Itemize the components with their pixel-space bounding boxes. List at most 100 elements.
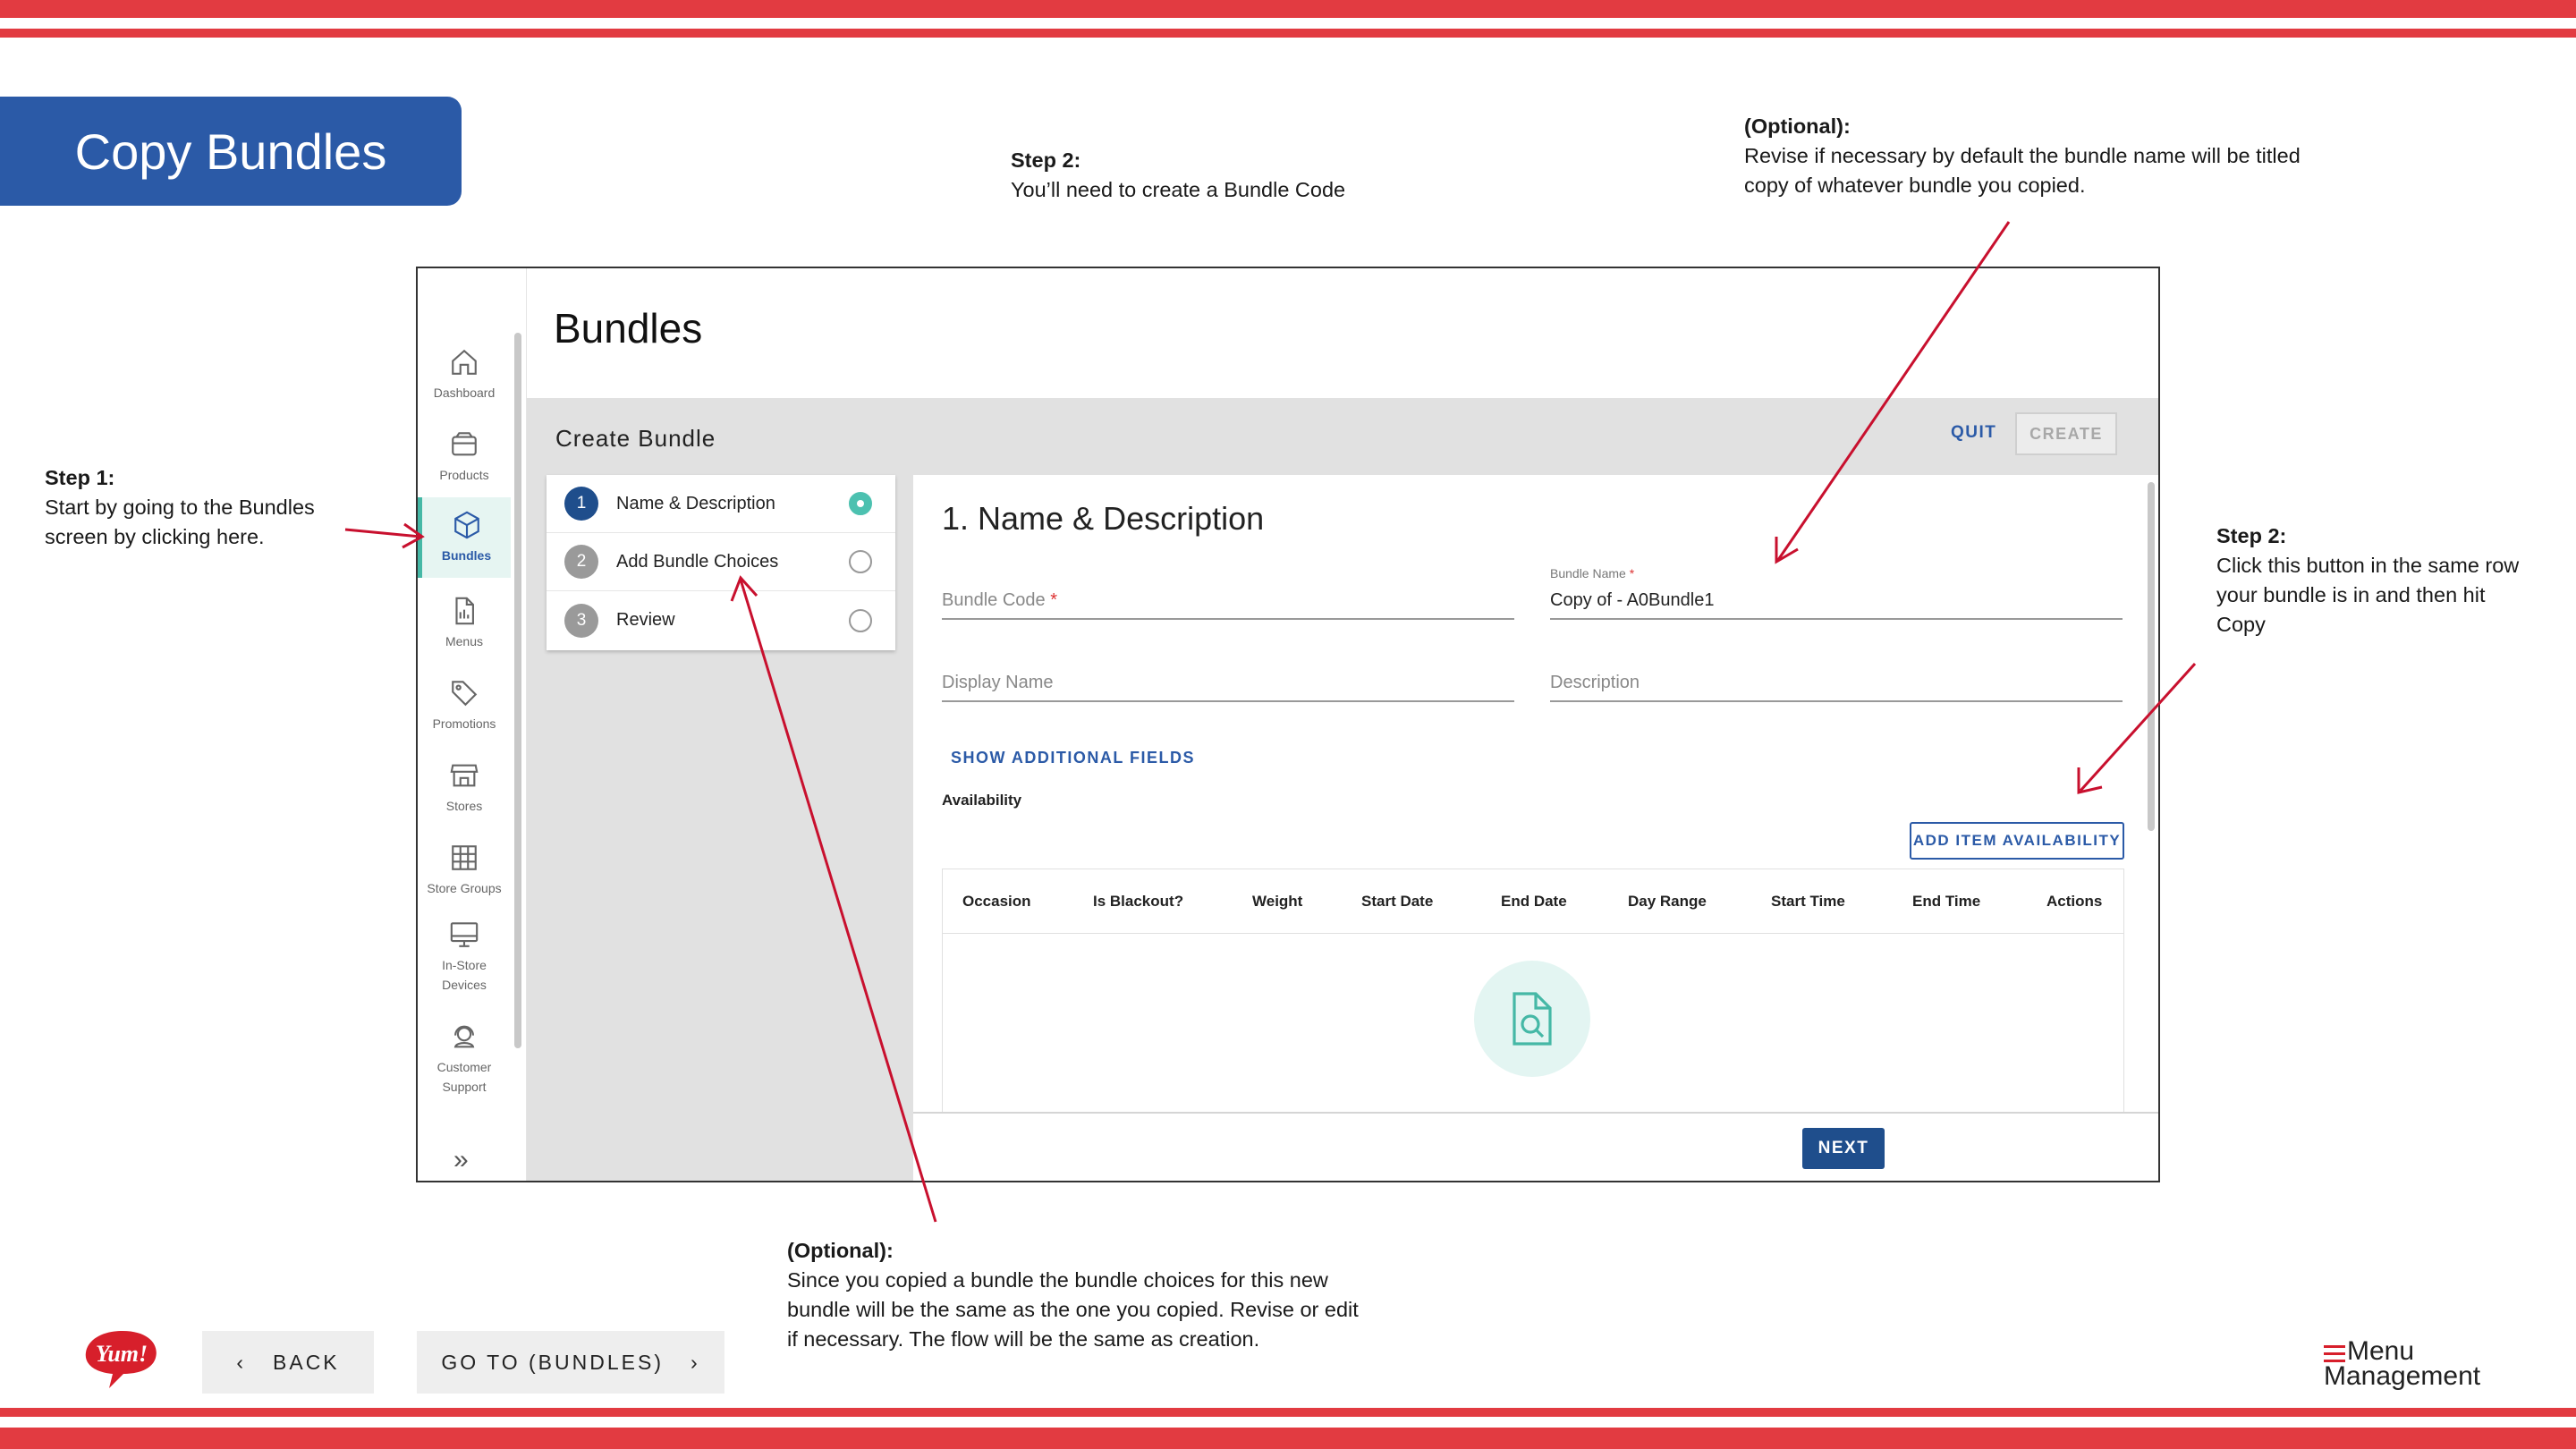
note-heading: (Optional): — [1744, 114, 1851, 138]
bundle-name-value: Copy of - A0Bundle1 — [1550, 590, 1715, 610]
column-header: Weight — [1252, 893, 1303, 910]
back-button[interactable]: ‹ BACK — [202, 1331, 374, 1394]
sidebar-item-stores[interactable]: Stores — [418, 750, 511, 826]
note-step1: Step 1: Start by going to the Bundles sc… — [45, 463, 315, 552]
tag-icon — [452, 681, 478, 707]
create-bundle-title: Create Bundle — [555, 425, 716, 452]
bundle-code-label: Bundle Code — [942, 590, 1046, 610]
top-stripe — [0, 0, 2576, 18]
box-icon — [452, 432, 477, 456]
sidebar-item-label: Products — [439, 468, 489, 482]
slide-title: Copy Bundles — [0, 97, 462, 206]
note-line: Click this button in the same row — [2216, 554, 2520, 577]
sidebar-item-label: Store Groups — [427, 881, 502, 895]
bundle-code-field[interactable]: Bundle Code * — [942, 566, 1514, 620]
sidebar-item-menus[interactable]: Menus — [418, 585, 511, 662]
note-heading: Step 2: — [2216, 524, 2287, 547]
step-label: Add Bundle Choices — [616, 551, 779, 572]
sidebar-item-label-line2: Devices — [442, 978, 487, 992]
note-step2-copy: Step 2: Click this button in the same ro… — [2216, 521, 2519, 640]
bundle-name-field[interactable]: Bundle Name * Copy of - A0Bundle1 — [1550, 566, 2123, 620]
go-to-bundles-button[interactable]: GO TO (BUNDLES) › — [417, 1331, 724, 1394]
note-line: Revise if necessary by default the bundl… — [1744, 144, 2301, 167]
sidebar-item-label-line1: Customer — [436, 1060, 492, 1074]
description-field[interactable]: Description — [1550, 648, 2123, 702]
step-label: Review — [616, 610, 675, 630]
step-radio-selected[interactable] — [849, 492, 872, 515]
logo-line2: Management — [2324, 1361, 2481, 1391]
step-label: Name & Description — [616, 493, 775, 513]
note-text: You’ll need to create a Bundle Code — [1011, 178, 1346, 201]
back-label: BACK — [273, 1350, 340, 1374]
home-icon — [452, 349, 477, 375]
sidebar-item-store-groups[interactable]: Store Groups — [418, 832, 511, 909]
step-review[interactable]: 3 Review — [547, 591, 895, 649]
quit-button[interactable]: QUIT — [1951, 423, 1996, 443]
store-icon — [450, 764, 479, 787]
sidebar-item-promotions[interactable]: Promotions — [418, 667, 511, 744]
cube-icon — [453, 511, 479, 539]
create-bundle-area: Create Bundle QUIT CREATE 1 Name & Descr… — [527, 398, 2158, 1181]
column-header: Occasion — [962, 893, 1031, 910]
bundle-name-label: Bundle Name — [1550, 566, 1626, 580]
column-header: Is Blackout? — [1093, 893, 1184, 910]
slide: Copy Bundles Step 2: You’ll need to crea… — [0, 0, 2576, 1449]
sidebar-scrollbar[interactable] — [514, 333, 521, 1048]
note-line: if necessary. The flow will be the same … — [787, 1327, 1260, 1351]
sidebar-item-label: Promotions — [432, 716, 496, 731]
sidebar-item-label: Stores — [445, 799, 483, 813]
sidebar-item-label-line1: In-Store — [442, 958, 487, 972]
app-window: Dashboard Products Bundles Menus Promoti… — [416, 267, 2160, 1182]
note-line: Copy — [2216, 613, 2266, 636]
step-number: 2 — [564, 545, 598, 579]
arrow-step1 — [344, 528, 421, 538]
form-footer: NEXT — [913, 1112, 2158, 1181]
sidebar-item-bundles[interactable]: Bundles — [418, 497, 511, 578]
headset-icon — [453, 1025, 475, 1048]
note-line: your bundle is in and then hit — [2216, 583, 2486, 606]
column-header: End Time — [1912, 893, 1981, 910]
show-additional-fields-button[interactable]: SHOW ADDITIONAL FIELDS — [951, 749, 1195, 767]
note-optional-name: (Optional): Revise if necessary by defau… — [1744, 112, 2301, 200]
sidebar-item-in-store-devices[interactable]: In-Store Devices — [418, 912, 511, 1002]
document-icon — [455, 597, 474, 625]
sidebar-item-dashboard[interactable]: Dashboard — [418, 336, 511, 413]
note-optional-choices: (Optional): Since you copied a bundle th… — [787, 1236, 1359, 1354]
sidebar: Dashboard Products Bundles Menus Promoti… — [418, 268, 527, 1181]
sidebar-item-label: Dashboard — [433, 386, 496, 400]
top-stripe-thin — [0, 29, 2576, 38]
go-to-label: GO TO (BUNDLES) — [441, 1350, 664, 1374]
sidebar-item-customer-support[interactable]: Customer Support — [418, 1014, 511, 1104]
step-radio[interactable] — [849, 608, 872, 632]
form-panel: 1. Name & Description Bundle Code * Bund… — [913, 475, 2158, 1115]
add-item-availability-button[interactable]: ADD ITEM AVAILABILITY — [1910, 822, 2124, 860]
create-button[interactable]: CREATE — [2015, 412, 2117, 455]
availability-label: Availability — [942, 792, 1022, 809]
sidebar-item-label-line2: Support — [442, 1080, 487, 1094]
step-name-description[interactable]: 1 Name & Description — [547, 475, 895, 533]
note-heading: Step 1: — [45, 466, 115, 489]
bundle-name-label-wrap: Bundle Name * — [1550, 566, 1634, 580]
note-line: screen by clicking here. — [45, 525, 265, 548]
step-radio[interactable] — [849, 550, 872, 573]
sidebar-item-products[interactable]: Products — [418, 419, 511, 496]
monitor-icon — [450, 922, 479, 947]
note-line: bundle will be the same as the one you c… — [787, 1298, 1359, 1321]
stepper: 1 Name & Description 2 Add Bundle Choice… — [547, 475, 895, 650]
grid-icon — [452, 845, 477, 870]
description-placeholder: Description — [1550, 673, 1640, 692]
table-header: Occasion Is Blackout? Weight Start Date … — [943, 869, 2123, 934]
note-heading: (Optional): — [787, 1239, 894, 1262]
required-mark: * — [1050, 590, 1058, 610]
sidebar-item-label: Bundles — [441, 548, 492, 563]
next-button[interactable]: NEXT — [1802, 1128, 1885, 1169]
display-name-field[interactable]: Display Name — [942, 648, 1514, 702]
display-name-placeholder: Display Name — [942, 673, 1054, 692]
step-add-bundle-choices[interactable]: 2 Add Bundle Choices — [547, 533, 895, 591]
expand-sidebar-icon[interactable]: » — [453, 1145, 469, 1175]
column-header: Actions — [2046, 893, 2103, 910]
bundle-code-placeholder: Bundle Code * — [942, 590, 1057, 611]
form-scrollbar[interactable] — [2148, 482, 2155, 831]
note-line: copy of whatever bundle you copied. — [1744, 174, 2086, 197]
note-step2-code: Step 2: You’ll need to create a Bundle C… — [1011, 146, 1345, 205]
